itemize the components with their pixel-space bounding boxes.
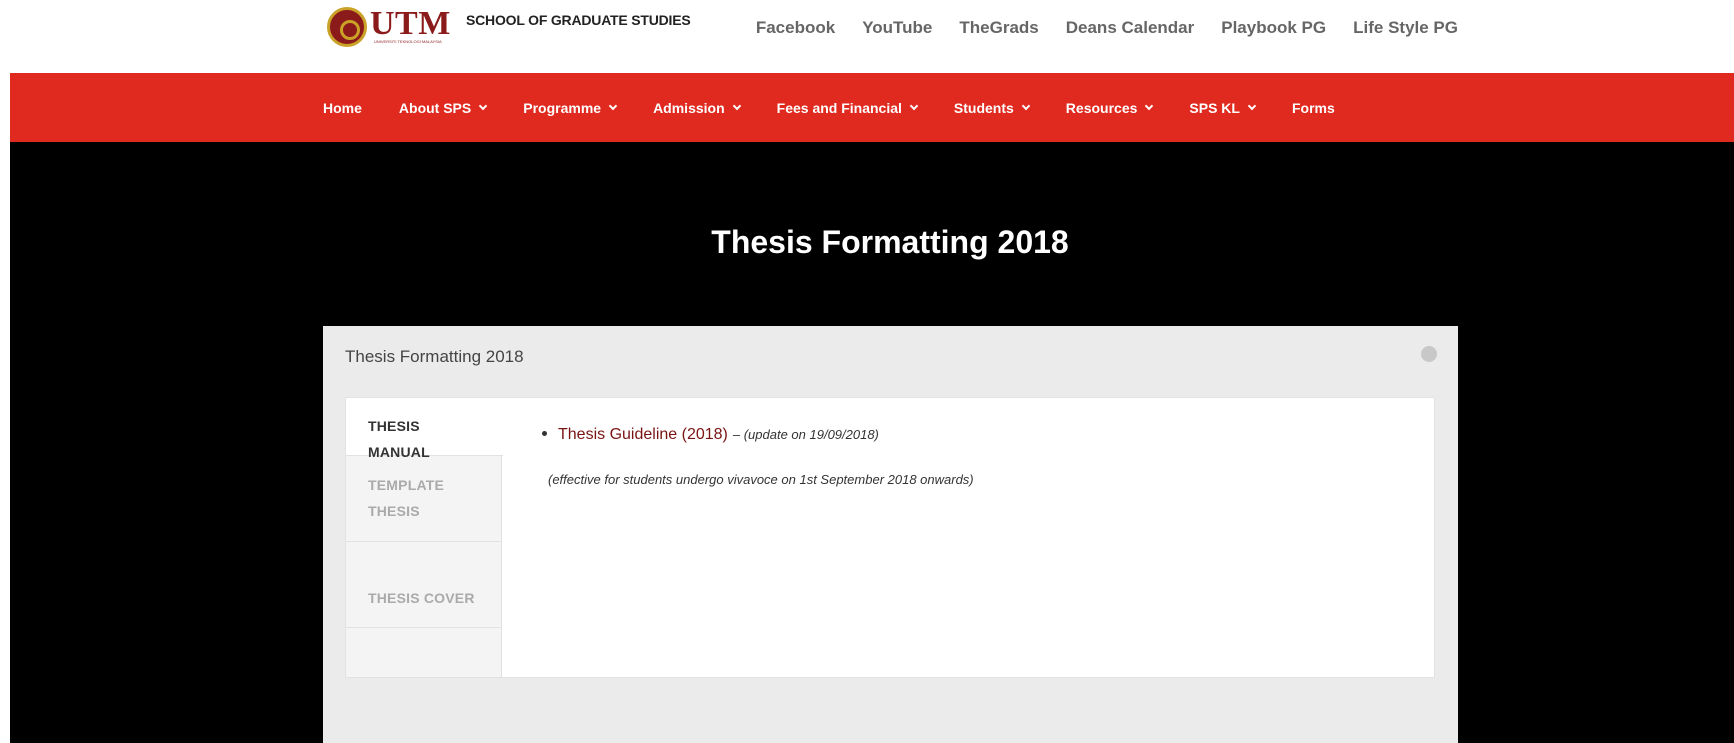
chevron-down-icon [479, 101, 488, 110]
tab-box: THESIS MANUAL TEMPLATE THESIS THESIS COV… [345, 397, 1435, 678]
effective-note: (effective for students undergo vivavoce… [548, 472, 974, 487]
nav-item-label: Programme [523, 99, 602, 116]
nav-item-about-sps[interactable]: About SPS [398, 99, 488, 116]
nav-item-resources[interactable]: Resources [1065, 99, 1154, 116]
top-link-facebook[interactable]: Facebook [756, 18, 835, 38]
school-name: SCHOOL OF GRADUATE STUDIES [466, 12, 691, 28]
utm-seal-icon [327, 7, 367, 47]
top-link-deans-calendar[interactable]: Deans Calendar [1066, 18, 1195, 38]
chevron-down-icon [1247, 101, 1257, 110]
logo-subtitle: UNIVERSITI TEKNOLOGI MALAYSIA [374, 39, 442, 44]
chevron-down-icon [909, 101, 919, 110]
tab-content: Thesis Guideline (2018) – (update on 19/… [542, 426, 974, 487]
panel-title: Thesis Formatting 2018 [345, 347, 524, 366]
top-link-thegrads[interactable]: TheGrads [959, 18, 1038, 38]
tab-list: THESIS MANUAL TEMPLATE THESIS THESIS COV… [346, 398, 503, 677]
bullet-icon [542, 431, 547, 436]
top-link-youtube[interactable]: YouTube [862, 18, 932, 38]
nav-item-fees-and-financial[interactable]: Fees and Financial [776, 99, 919, 116]
nav-item-label: Home [323, 99, 362, 116]
top-links: Facebook YouTube TheGrads Deans Calendar… [756, 18, 1458, 38]
chevron-down-icon [1145, 101, 1154, 110]
thesis-guideline-link[interactable]: Thesis Guideline (2018) [558, 426, 728, 444]
nav-item-programme[interactable]: Programme [523, 99, 618, 116]
nav-item-students[interactable]: Students [953, 99, 1031, 116]
nav-item-sps-kl[interactable]: SPS KL [1189, 99, 1257, 116]
utm-logo[interactable]: UTM UNIVERSITI TEKNOLOGI MALAYSIA [327, 7, 451, 47]
logo-word: UTM [370, 5, 451, 42]
site-header: UTM UNIVERSITI TEKNOLOGI MALAYSIA SCHOOL… [0, 0, 1734, 73]
nav-item-label: Admission [653, 99, 725, 116]
list-item: Thesis Guideline (2018) – (update on 19/… [542, 426, 974, 444]
chevron-down-icon [732, 101, 741, 110]
top-link-life-style-pg[interactable]: Life Style PG [1353, 18, 1458, 38]
circle-icon[interactable] [1421, 346, 1437, 362]
nav-item-label: Fees and Financial [776, 99, 902, 116]
tab-template-thesis[interactable]: TEMPLATE THESIS [346, 456, 502, 542]
content-panel: Thesis Formatting 2018 THESIS MANUAL TEM… [323, 326, 1458, 743]
nav-item-label: About SPS [398, 99, 472, 116]
chevron-down-icon [1021, 101, 1031, 110]
top-link-playbook-pg[interactable]: Playbook PG [1221, 18, 1326, 38]
tab-thesis-cover[interactable]: THESIS COVER [346, 542, 502, 628]
logo-text: UTM UNIVERSITI TEKNOLOGI MALAYSIA [370, 5, 451, 45]
nav-item-admission[interactable]: Admission [653, 99, 741, 116]
nav-item-home[interactable]: Home [323, 100, 362, 116]
nav-item-label: SPS KL [1189, 99, 1240, 116]
nav-item-label: Students [953, 99, 1014, 116]
main-nav: Home About SPS Programme Admission Fees … [323, 73, 1372, 142]
tab-thesis-manual[interactable]: THESIS MANUAL [346, 398, 503, 460]
update-note: – (update on 19/09/2018) [732, 427, 879, 442]
main-navbar: Home About SPS Programme Admission Fees … [10, 73, 1734, 142]
chevron-down-icon [608, 101, 618, 110]
nav-item-forms[interactable]: Forms [1292, 100, 1335, 116]
nav-item-label: Forms [1291, 99, 1335, 116]
nav-item-label: Resources [1065, 99, 1138, 116]
page-title: Thesis Formatting 2018 [711, 224, 1069, 260]
